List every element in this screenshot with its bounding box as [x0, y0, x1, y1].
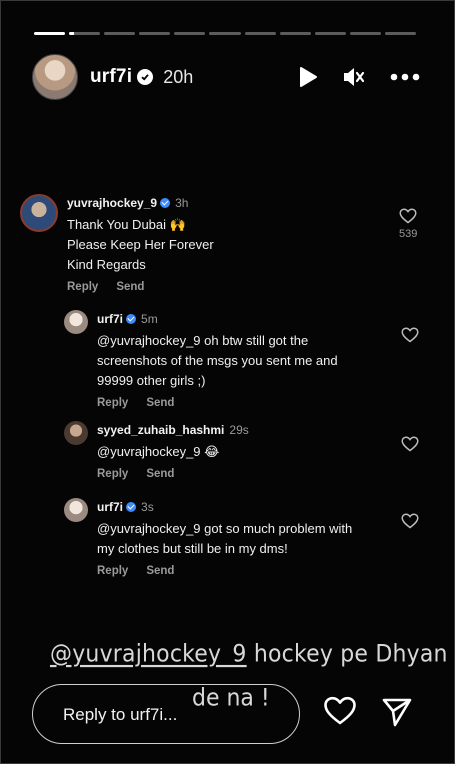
progress-segment — [349, 32, 381, 35]
like-count: 539 — [399, 228, 418, 240]
comment-line: 99999 other girls ;) — [97, 373, 206, 388]
reply-button[interactable]: Reply — [97, 468, 128, 480]
comment-username[interactable]: urf7i — [97, 500, 123, 514]
comment-item: yuvrajhockey_9 3h Thank You Dubai 🙌 Pleas… — [20, 194, 214, 293]
comment-line: my clothes but still be in my dms! — [97, 541, 288, 556]
progress-segment — [139, 32, 171, 35]
verified-badge-icon — [126, 314, 137, 324]
overlay-text-line2: de na ! — [192, 684, 270, 713]
comment-line: @yuvrajhockey_9 😂 — [97, 444, 220, 459]
comment-username[interactable]: yuvrajhockey_9 — [67, 196, 157, 210]
progress-segment — [69, 32, 101, 35]
comment-text: @yuvrajhockey_9 oh btw still got the scr… — [97, 331, 338, 391]
story-text-overlay: @yuvrajhockey_9 hockey pe Dhyan — [50, 641, 448, 669]
comment-age: 3s — [141, 500, 154, 514]
mention-link[interactable]: @yuvrajhockey_9 — [50, 641, 247, 669]
reply-button[interactable]: Reply — [67, 281, 98, 293]
overlay-text-line1: hockey pe Dhyan — [253, 640, 448, 669]
send-button[interactable]: Send — [146, 565, 174, 577]
progress-segment — [174, 32, 206, 35]
verified-badge-icon — [137, 69, 154, 85]
verified-badge-icon — [126, 502, 137, 512]
comment-like[interactable]: 539 — [399, 208, 417, 240]
comment-like[interactable] — [401, 327, 419, 343]
comment-avatar[interactable] — [20, 194, 58, 232]
more-icon[interactable] — [390, 73, 420, 81]
comment-line: screenshots of the msgs you sent me and — [97, 353, 338, 368]
heart-icon[interactable] — [401, 436, 419, 452]
progress-segment — [34, 32, 66, 35]
comment-username[interactable]: urf7i — [97, 312, 123, 326]
comment-text: Thank You Dubai 🙌 Please Keep Her Foreve… — [67, 215, 214, 275]
comment-line: Thank You Dubai 🙌 — [67, 217, 186, 232]
send-button[interactable]: Send — [146, 468, 174, 480]
progress-segment — [384, 32, 417, 35]
username[interactable]: urf7i — [90, 66, 132, 88]
comment-avatar[interactable] — [64, 498, 88, 522]
story-header: urf7i 20h — [32, 54, 420, 100]
comment-avatar[interactable] — [64, 310, 88, 334]
heart-icon[interactable] — [399, 208, 417, 224]
comment-avatar[interactable] — [64, 421, 88, 445]
comments-screenshot: yuvrajhockey_9 3h Thank You Dubai 🙌 Pleas… — [12, 186, 442, 596]
comment-age: 5m — [141, 312, 158, 326]
comment-item: syyed_zuhaib_hashmi 29s @yuvrajhockey_9 😂… — [64, 421, 249, 480]
comment-like[interactable] — [401, 436, 419, 452]
heart-icon[interactable] — [323, 696, 357, 731]
story-progress — [34, 32, 417, 35]
reply-placeholder: Reply to urf7i... — [63, 705, 178, 724]
comment-line: @yuvrajhockey_9 got so much problem with — [97, 521, 353, 536]
send-button[interactable]: Send — [146, 397, 174, 409]
post-time: 20h — [163, 66, 194, 87]
progress-segment — [209, 32, 241, 35]
comment-age: 29s — [229, 423, 249, 437]
profile-avatar[interactable] — [32, 54, 78, 100]
comment-item: urf7i 3s @yuvrajhockey_9 got so much prob… — [64, 498, 352, 577]
progress-segment — [104, 32, 136, 35]
comment-line: Kind Regards — [67, 257, 146, 272]
comment-age: 3h — [175, 196, 189, 210]
heart-icon[interactable] — [401, 327, 419, 343]
progress-segment — [314, 32, 346, 35]
comment-line: @yuvrajhockey_9 oh btw still got the — [97, 333, 309, 348]
comment-line: Please Keep Her Forever — [67, 237, 214, 252]
progress-segment — [244, 32, 276, 35]
verified-badge-icon — [160, 198, 171, 208]
comment-text: @yuvrajhockey_9 😂 — [97, 442, 249, 462]
send-button[interactable]: Send — [116, 281, 144, 293]
comment-like[interactable] — [401, 513, 419, 529]
reply-button[interactable]: Reply — [97, 565, 128, 577]
play-icon[interactable] — [298, 66, 318, 88]
comment-text: @yuvrajhockey_9 got so much problem with… — [97, 519, 352, 559]
progress-segment — [279, 32, 311, 35]
reply-button[interactable]: Reply — [97, 397, 128, 409]
comment-item: urf7i 5m @yuvrajhockey_9 oh btw still got… — [64, 310, 338, 409]
heart-icon[interactable] — [401, 513, 419, 529]
comment-username[interactable]: syyed_zuhaib_hashmi — [97, 423, 224, 437]
mute-icon[interactable] — [342, 66, 366, 88]
send-icon[interactable] — [381, 697, 413, 732]
